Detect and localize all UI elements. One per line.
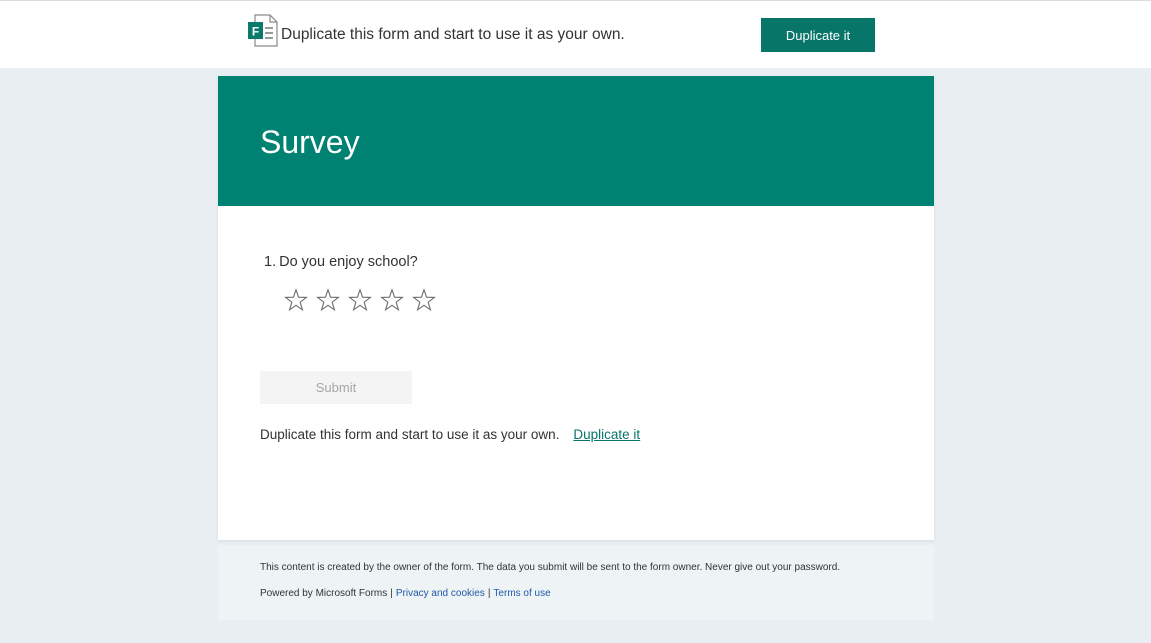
star-4-icon[interactable] (376, 284, 408, 316)
privacy-link[interactable]: Privacy and cookies (396, 588, 485, 599)
star-3-icon[interactable] (344, 284, 376, 316)
question-text: Do you enjoy school? (279, 254, 418, 270)
footer-links: Powered by Microsoft Forms | Privacy and c… (260, 588, 551, 599)
submit-button[interactable]: Submit (260, 371, 412, 404)
question-number: 1. (264, 254, 277, 270)
footer-separator: | (390, 588, 393, 599)
form-footer: This content is created by the owner of … (218, 545, 934, 620)
duplicate-prompt: Duplicate this form and start to use it … (260, 427, 640, 442)
svg-text:F: F (252, 25, 259, 39)
footer-separator: | (487, 588, 491, 599)
star-rating (280, 284, 440, 316)
banner-text: Duplicate this form and start to use it … (281, 26, 625, 43)
star-1-icon[interactable] (280, 284, 312, 316)
powered-by-text: Powered by Microsoft Forms (260, 588, 388, 599)
star-2-icon[interactable] (312, 284, 344, 316)
form-header: Survey (218, 76, 934, 206)
form-title: Survey (260, 124, 360, 160)
duplicate-prompt-text: Duplicate this form and start to use it … (260, 427, 560, 442)
duplicate-button[interactable]: Duplicate it (761, 18, 875, 52)
duplicate-banner: F Duplicate this form and start to use i… (0, 0, 1151, 68)
microsoft-forms-logo-icon: F (248, 14, 278, 47)
footer-notice: This content is created by the owner of … (260, 562, 841, 573)
form-card: Survey 1. Do you enjoy school? Submit Dup… (218, 76, 934, 540)
question-1: 1. Do you enjoy school? (264, 254, 418, 270)
terms-link[interactable]: Terms of use (493, 588, 550, 599)
duplicate-link[interactable]: Duplicate it (573, 427, 640, 442)
star-5-icon[interactable] (408, 284, 440, 316)
